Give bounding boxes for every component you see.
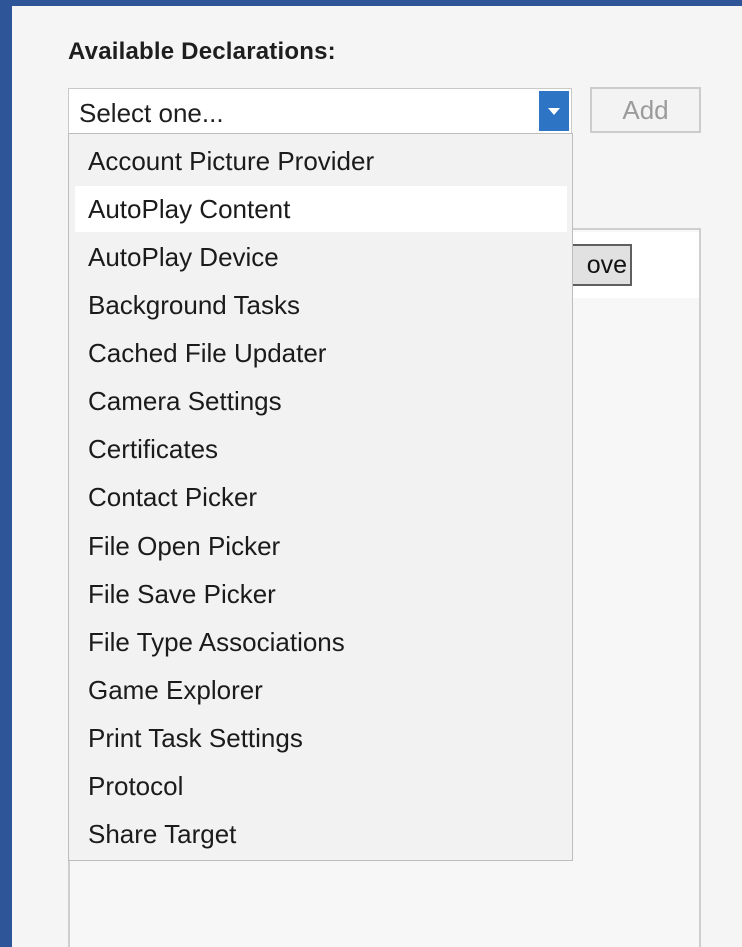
dropdown-item[interactable]: File Type Associations bbox=[75, 619, 567, 665]
dropdown-item[interactable]: Contact Picker bbox=[75, 474, 567, 520]
dropdown-item[interactable]: AutoPlay Device bbox=[75, 234, 567, 280]
dropdown-item[interactable]: Background Tasks bbox=[75, 282, 567, 328]
dropdown-item[interactable]: Camera Settings bbox=[75, 378, 567, 424]
dropdown-item[interactable]: Share Target bbox=[75, 811, 567, 857]
combobox-value: Select one... bbox=[79, 98, 224, 128]
dropdown-item[interactable]: AutoPlay Content bbox=[75, 186, 567, 232]
screen: Available Declarations: Select one... Ad… bbox=[0, 0, 742, 947]
chevron-down-icon bbox=[548, 108, 560, 115]
declarations-combobox[interactable]: Select one... bbox=[68, 88, 572, 134]
dropdown-item[interactable]: Account Picture Provider bbox=[75, 138, 567, 184]
declarations-dropdown-list: Account Picture Provider AutoPlay Conten… bbox=[68, 133, 573, 861]
dropdown-item[interactable]: Print Task Settings bbox=[75, 715, 567, 761]
available-declarations-label: Available Declarations: bbox=[68, 38, 336, 65]
dropdown-item[interactable]: File Open Picker bbox=[75, 523, 567, 569]
dropdown-item[interactable]: Cached File Updater bbox=[75, 330, 567, 376]
remove-button[interactable]: ove bbox=[566, 244, 632, 286]
dropdown-item[interactable]: Protocol bbox=[75, 763, 567, 809]
dropdown-item[interactable]: Game Explorer bbox=[75, 667, 567, 713]
dropdown-item[interactable]: Certificates bbox=[75, 426, 567, 472]
dropdown-item[interactable]: File Save Picker bbox=[75, 571, 567, 617]
add-button[interactable]: Add bbox=[590, 87, 701, 133]
window-left-edge bbox=[0, 0, 12, 947]
combobox-dropdown-button[interactable] bbox=[539, 91, 569, 131]
